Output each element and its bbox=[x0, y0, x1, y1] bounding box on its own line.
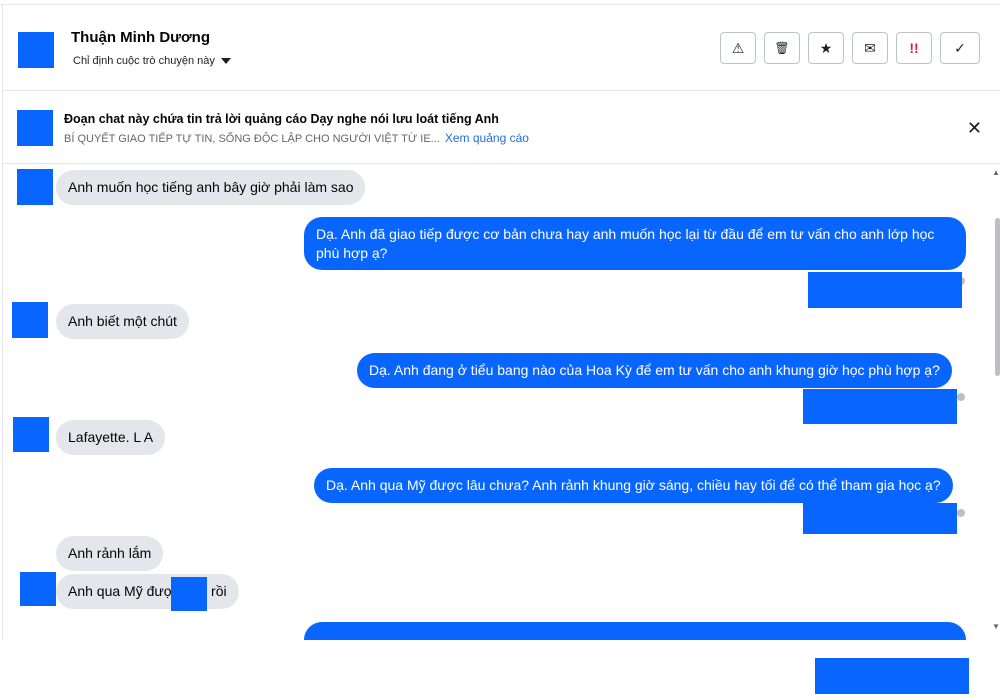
assign-label: Chỉ định cuộc trò chuyện này bbox=[73, 55, 215, 67]
mark-done-button[interactable]: ✓ bbox=[940, 32, 980, 64]
conversation-panel: Thuận Minh Dương Chỉ định cuộc trò chuyệ… bbox=[0, 0, 1000, 700]
caret-down-icon bbox=[220, 58, 231, 64]
redacted-area bbox=[803, 503, 957, 534]
scroll-thumb[interactable] bbox=[995, 218, 1000, 376]
delete-button[interactable]: 🗑 bbox=[764, 32, 800, 64]
ad-reply-banner: Đoạn chat này chứa tin trả lời quảng cáo… bbox=[3, 92, 1000, 164]
ad-title: Đoạn chat này chứa tin trả lời quảng cáo… bbox=[64, 112, 499, 126]
star-icon: ★ bbox=[819, 39, 833, 56]
message-incoming[interactable]: Lafayette. L A bbox=[56, 420, 166, 455]
message-outgoing[interactable]: Dạ. Anh đang ở tiểu bang nào của Hoa Kỳ … bbox=[357, 353, 952, 388]
sender-avatar bbox=[17, 169, 53, 205]
mark-unread-button[interactable]: ✉ bbox=[852, 32, 888, 64]
assign-conversation-dropdown[interactable]: Chỉ định cuộc trò chuyện này bbox=[73, 55, 231, 67]
report-button[interactable]: ⚠ bbox=[720, 32, 756, 64]
redacted-area bbox=[808, 272, 962, 308]
check-icon: ✓ bbox=[954, 39, 966, 56]
view-ad-link[interactable]: Xem quảng cáo bbox=[445, 131, 529, 145]
star-button[interactable]: ★ bbox=[808, 32, 844, 64]
warning-icon: ⚠ bbox=[731, 39, 745, 56]
scroll-down-icon[interactable]: ▼ bbox=[992, 622, 1000, 631]
avatar[interactable] bbox=[18, 32, 54, 68]
close-icon[interactable]: ✕ bbox=[967, 118, 982, 139]
conversation-header: Thuận Minh Dương Chỉ định cuộc trò chuyệ… bbox=[3, 5, 1000, 91]
message-outgoing[interactable]: Dạ. Anh đã giao tiếp được cơ bản chưa ha… bbox=[304, 217, 966, 270]
message-incoming[interactable]: Anh qua Mỹ được rồi bbox=[56, 574, 239, 609]
sender-avatar bbox=[20, 572, 56, 606]
read-receipt-icon bbox=[957, 509, 965, 517]
message-outgoing[interactable]: Dạ. Anh qua Mỹ được lâu chưa? Anh rảnh k… bbox=[314, 468, 953, 503]
ad-subtitle-text: BÍ QUYẾT GIAO TIẾP TỰ TIN, SỐNG ĐỘC LẬP … bbox=[64, 133, 440, 145]
mail-icon: ✉ bbox=[864, 39, 876, 56]
spam-button[interactable]: !! bbox=[896, 32, 932, 64]
trash-icon: 🗑 bbox=[774, 41, 790, 55]
ad-thumbnail bbox=[17, 110, 53, 146]
contact-name[interactable]: Thuận Minh Dương bbox=[71, 29, 210, 46]
redacted-area bbox=[815, 658, 969, 694]
redacted-area bbox=[803, 389, 957, 424]
read-receipt-icon bbox=[957, 393, 965, 401]
scroll-up-icon[interactable]: ▲ bbox=[992, 168, 1000, 177]
spam-icon: !! bbox=[909, 40, 919, 56]
redacted-area bbox=[171, 577, 207, 611]
sender-avatar bbox=[13, 417, 49, 452]
sender-avatar bbox=[12, 302, 48, 338]
ad-subtitle: BÍ QUYẾT GIAO TIẾP TỰ TIN, SỐNG ĐỘC LẬP … bbox=[64, 131, 529, 145]
message-incoming[interactable]: Anh rảnh lắm bbox=[56, 536, 164, 571]
message-incoming[interactable]: Anh biết một chút bbox=[56, 304, 189, 339]
message-incoming[interactable]: Anh muốn học tiếng anh bây giờ phải làm … bbox=[56, 170, 366, 205]
header-actions: ⚠ 🗑 ★ ✉ !! ✓ bbox=[720, 32, 980, 64]
